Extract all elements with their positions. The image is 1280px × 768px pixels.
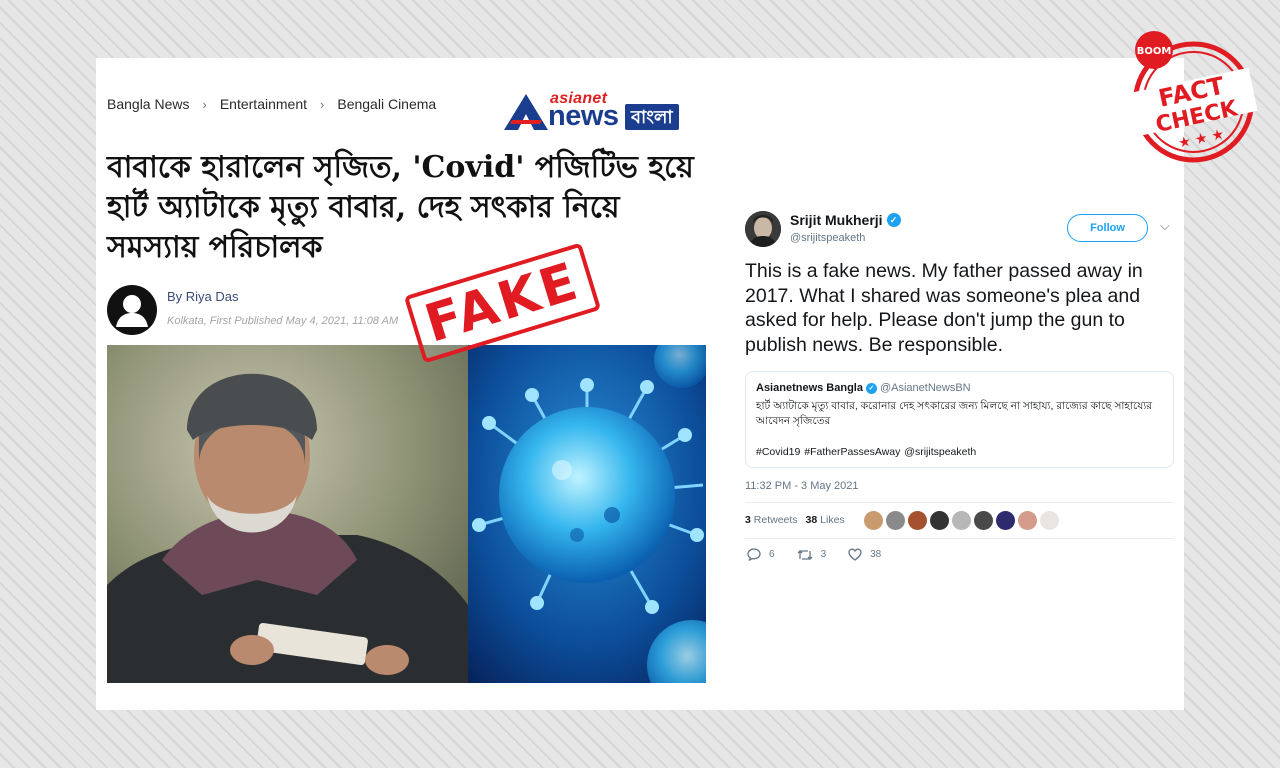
like-label: Likes <box>820 514 845 526</box>
like-action-count: 38 <box>870 549 882 560</box>
breadcrumb-separator: › <box>320 96 325 112</box>
tweet-text: This is a fake news. My father passed aw… <box>745 260 1143 356</box>
divider <box>745 538 1174 539</box>
quoted-tweet-hashtags: #Covid19 #FatherPassesAway @srijitspeake… <box>756 446 977 458</box>
logo-bangla-text: বাংলা <box>625 104 679 130</box>
avatar-photo <box>745 211 781 247</box>
liker-avatar[interactable] <box>996 511 1015 530</box>
retweet-count: 3 <box>745 514 751 526</box>
quoted-tweet[interactable]: Asianetnews Bangla ✓ @AsianetNewsBN হার্… <box>745 371 1174 468</box>
liker-avatar[interactable] <box>908 511 927 530</box>
quoted-tweet-header: Asianetnews Bangla ✓ @AsianetNewsBN <box>756 382 971 394</box>
retweet-action[interactable]: 3 <box>797 548 827 561</box>
tweet-handle[interactable]: @srijitspeaketh <box>790 232 865 244</box>
boom-text: BOOM <box>1137 46 1172 57</box>
verified-icon: ✓ <box>886 213 901 227</box>
breadcrumb: Bangla News › Entertainment › Bengali Ci… <box>107 96 436 112</box>
tweet-author[interactable]: Srijit Mukherji ✓ <box>790 212 901 228</box>
liker-avatar[interactable] <box>952 511 971 530</box>
heart-icon <box>848 548 862 561</box>
liker-avatar[interactable] <box>1018 511 1037 530</box>
logo-mark-icon <box>504 94 548 130</box>
tweet-author-name: Srijit Mukherji <box>790 212 883 228</box>
tweet-stats: 3 Retweets 38 Likes <box>745 514 845 526</box>
retweet-stat[interactable]: 3 Retweets <box>745 514 798 526</box>
like-stat[interactable]: 38 Likes <box>806 514 845 526</box>
retweet-icon <box>797 549 813 560</box>
quoted-tweet-author: Asianetnews Bangla <box>756 382 863 394</box>
article-headline: বাবাকে হারালেন সৃজিত, 'Covid' পজিটিভ হয়… <box>107 150 694 265</box>
user-icon <box>116 295 148 327</box>
logo-news-text: news <box>548 100 619 132</box>
fact-check-badge: FACT CHECK ★ ★ ★ BOOM <box>1129 31 1258 163</box>
quoted-tweet-text: হার্ট অ্যাটাকে মৃত্যু বাবার, করোনার দেহ … <box>756 400 1153 427</box>
liker-avatar[interactable] <box>930 511 949 530</box>
breadcrumb-entertainment[interactable]: Entertainment <box>220 96 307 112</box>
article-image <box>107 345 706 683</box>
asianet-logo[interactable]: asianet news বাংলা <box>504 90 699 132</box>
retweet-action-count: 3 <box>820 549 827 560</box>
liker-avatars <box>864 511 1059 530</box>
retweet-label: Retweets <box>753 514 798 526</box>
breadcrumb-separator: › <box>202 96 207 112</box>
tweet-actions: 6 3 38 <box>747 548 903 561</box>
tweet-timestamp[interactable]: 11:32 PM - 3 May 2021 <box>745 480 859 492</box>
liker-avatar[interactable] <box>886 511 905 530</box>
reply-count: 6 <box>769 549 775 560</box>
like-action[interactable]: 38 <box>848 548 881 561</box>
chevron-down-icon[interactable]: ⌵ <box>1160 218 1170 234</box>
author-avatar <box>107 285 157 335</box>
quoted-tweet-handle: @AsianetNewsBN <box>879 382 971 394</box>
liker-avatar[interactable] <box>974 511 993 530</box>
publish-meta: Kolkata, First Published May 4, 2021, 11… <box>167 315 399 327</box>
verified-icon: ✓ <box>865 382 877 394</box>
reply-action[interactable]: 6 <box>747 548 775 561</box>
breadcrumb-bangla-news[interactable]: Bangla News <box>107 96 190 112</box>
divider <box>745 502 1174 503</box>
author-name[interactable]: By Riya Das <box>167 289 239 304</box>
follow-button[interactable]: Follow <box>1067 214 1148 242</box>
article-photo <box>107 345 706 683</box>
breadcrumb-bengali-cinema[interactable]: Bengali Cinema <box>337 96 436 112</box>
liker-avatar[interactable] <box>864 511 883 530</box>
reply-icon <box>747 548 761 561</box>
liker-avatar[interactable] <box>1040 511 1059 530</box>
like-count: 38 <box>805 514 818 526</box>
tweet-avatar[interactable] <box>745 211 781 247</box>
